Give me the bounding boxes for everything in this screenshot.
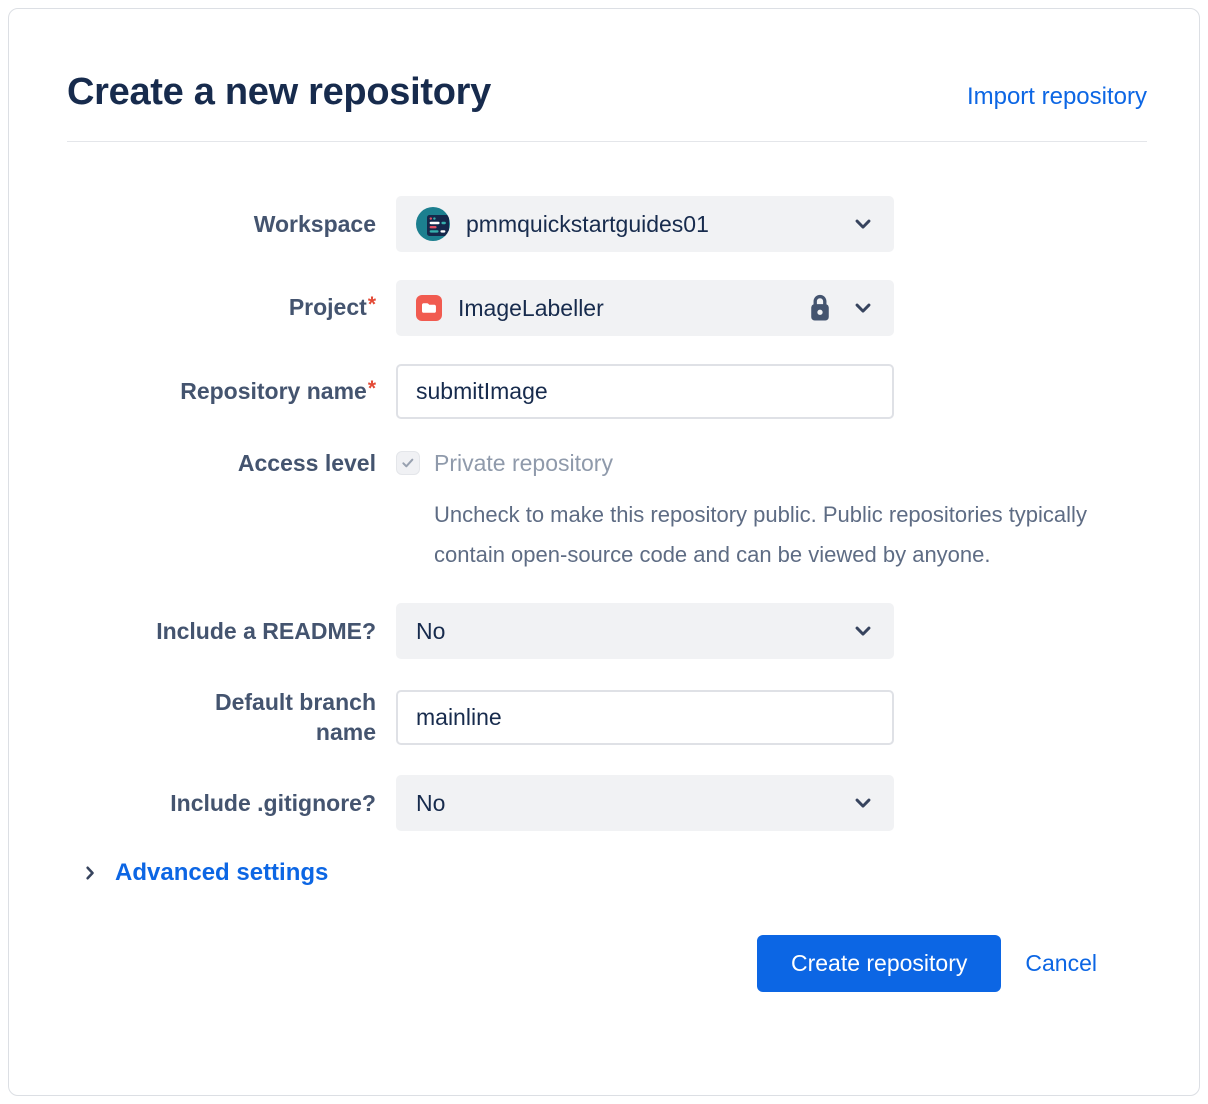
workspace-avatar-icon bbox=[416, 207, 450, 241]
project-select[interactable]: ImageLabeller bbox=[396, 280, 894, 336]
private-repository-label: Private repository bbox=[434, 450, 613, 477]
create-repository-button[interactable]: Create repository bbox=[757, 935, 1001, 992]
access-level-label: Access level bbox=[67, 447, 376, 479]
include-gitignore-select[interactable]: No bbox=[396, 775, 894, 831]
advanced-settings-toggle[interactable]: Advanced settings bbox=[81, 859, 1147, 887]
page-title: Create a new repository bbox=[67, 69, 491, 115]
access-level-help-text: Uncheck to make this repository public. … bbox=[434, 495, 1106, 575]
include-readme-value: No bbox=[416, 618, 445, 645]
default-branch-row: Default branch name bbox=[67, 687, 1147, 747]
workspace-value: pmmquickstartguides01 bbox=[466, 211, 709, 238]
lock-icon bbox=[806, 293, 834, 323]
include-readme-row: Include a README? No bbox=[67, 603, 1147, 659]
include-gitignore-value: No bbox=[416, 790, 445, 817]
advanced-settings-label: Advanced settings bbox=[115, 859, 328, 887]
include-readme-label: Include a README? bbox=[67, 616, 376, 646]
chevron-down-icon bbox=[852, 297, 874, 319]
required-asterisk: * bbox=[368, 293, 376, 316]
default-branch-label: Default branch name bbox=[67, 687, 376, 747]
private-repository-option: Private repository bbox=[396, 447, 1106, 479]
repository-name-input[interactable] bbox=[396, 364, 894, 419]
project-value: ImageLabeller bbox=[458, 295, 604, 322]
default-branch-input[interactable] bbox=[396, 690, 894, 745]
import-repository-link[interactable]: Import repository bbox=[967, 83, 1147, 111]
include-gitignore-label: Include .gitignore? bbox=[67, 788, 376, 818]
dialog-footer: Create repository Cancel bbox=[67, 935, 1147, 992]
header-divider bbox=[67, 141, 1147, 142]
repository-name-row: Repository name* bbox=[67, 364, 1147, 419]
dialog-header: Create a new repository Import repositor… bbox=[67, 69, 1147, 115]
cancel-button[interactable]: Cancel bbox=[1025, 950, 1097, 977]
private-repository-checkbox[interactable] bbox=[396, 451, 420, 475]
workspace-select[interactable]: pmmquickstartguides01 bbox=[396, 196, 894, 252]
required-asterisk: * bbox=[368, 377, 376, 400]
chevron-down-icon bbox=[852, 792, 874, 814]
project-folder-icon bbox=[416, 295, 442, 321]
project-row: Project* ImageLabeller bbox=[67, 280, 1147, 336]
repository-name-label: Repository name* bbox=[67, 376, 376, 408]
workspace-row: Workspace bbox=[67, 196, 1147, 252]
create-repository-dialog: Create a new repository Import repositor… bbox=[8, 8, 1200, 1096]
include-gitignore-row: Include .gitignore? No bbox=[67, 775, 1147, 831]
checkmark-icon bbox=[400, 455, 416, 471]
chevron-down-icon bbox=[852, 620, 874, 642]
project-label: Project* bbox=[67, 292, 376, 324]
chevron-right-icon bbox=[81, 864, 99, 882]
chevron-down-icon bbox=[852, 213, 874, 235]
include-readme-select[interactable]: No bbox=[396, 603, 894, 659]
access-level-row: Access level Private repository Uncheck … bbox=[67, 447, 1147, 575]
workspace-label: Workspace bbox=[67, 209, 376, 239]
